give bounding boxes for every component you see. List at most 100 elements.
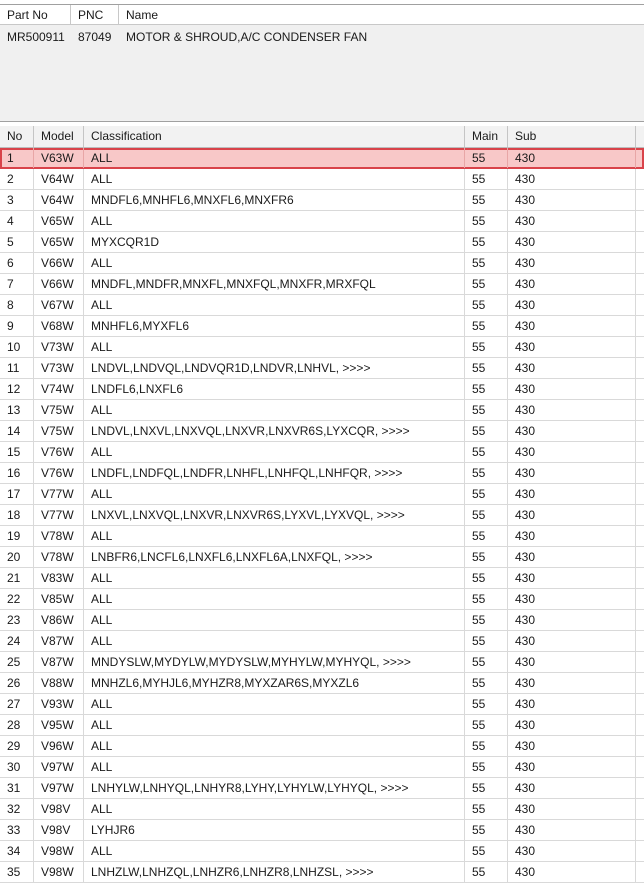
table-row[interactable]: 35 V98W LNHZLW,LNHZQL,LNHZR6,LNHZR8,LNHZSL… bbox=[0, 862, 644, 883]
table-row[interactable]: 9 V68W MNHFL6,MYXFL6 55 430 bbox=[0, 316, 644, 337]
cell-main: 55 bbox=[465, 841, 508, 861]
cell-classification: ALL bbox=[84, 484, 465, 504]
col-header-sub[interactable]: Sub bbox=[508, 126, 636, 147]
table-row[interactable]: 16 V76W LNDFL,LNDFQL,LNDFR,LNHFL,LNHFQL,LN… bbox=[0, 463, 644, 484]
col-header-pnc[interactable]: PNC bbox=[71, 5, 119, 25]
cell-model: V85W bbox=[34, 589, 84, 609]
cell-filler bbox=[636, 799, 644, 819]
table-row[interactable]: 18 V77W LNXVL,LNXVQL,LNXVR,LNXVR6S,LYXVL,L… bbox=[0, 505, 644, 526]
part-no-value: MR500911 bbox=[7, 30, 65, 44]
cell-classification: ALL bbox=[84, 799, 465, 819]
cell-sub: 430 bbox=[508, 442, 636, 462]
cell-main: 55 bbox=[465, 169, 508, 189]
cell-no: 21 bbox=[0, 568, 34, 588]
col-header-model[interactable]: Model bbox=[34, 126, 84, 147]
cell-no: 33 bbox=[0, 820, 34, 840]
cell-classification: LNXVL,LNXVQL,LNXVR,LNXVR6S,LYXVL,LYXVQL,… bbox=[84, 505, 465, 525]
cell-sub: 430 bbox=[508, 673, 636, 693]
cell-main: 55 bbox=[465, 862, 508, 882]
cell-classification: MNHFL6,MYXFL6 bbox=[84, 316, 465, 336]
cell-sub: 430 bbox=[508, 505, 636, 525]
table-row[interactable]: 17 V77W ALL 55 430 bbox=[0, 484, 644, 505]
cell-no: 1 bbox=[0, 148, 34, 168]
col-header-no[interactable]: No bbox=[0, 126, 34, 147]
cell-sub: 430 bbox=[508, 715, 636, 735]
cell-sub: 430 bbox=[508, 253, 636, 273]
cell-sub: 430 bbox=[508, 232, 636, 252]
table-row[interactable]: 6 V66W ALL 55 430 bbox=[0, 253, 644, 274]
part-info-row[interactable]: MR500911 87049 MOTOR & SHROUD,A/C CONDEN… bbox=[0, 27, 644, 47]
table-row[interactable]: 25 V87W MNDYSLW,MYDYLW,MYDYSLW,MYHYLW,MYHY… bbox=[0, 652, 644, 673]
table-row[interactable]: 7 V66W MNDFL,MNDFR,MNXFL,MNXFQL,MNXFR,MRXF… bbox=[0, 274, 644, 295]
table-row[interactable]: 26 V88W MNHZL6,MYHJL6,MYHZR8,MYXZAR6S,MYXZ… bbox=[0, 673, 644, 694]
cell-sub: 430 bbox=[508, 526, 636, 546]
cell-main: 55 bbox=[465, 400, 508, 420]
table-row[interactable]: 8 V67W ALL 55 430 bbox=[0, 295, 644, 316]
col-header-classification[interactable]: Classification bbox=[84, 126, 465, 147]
cell-classification: ALL bbox=[84, 694, 465, 714]
cell-filler bbox=[636, 169, 644, 189]
cell-main: 55 bbox=[465, 505, 508, 525]
cell-main: 55 bbox=[465, 673, 508, 693]
table-row[interactable]: 27 V93W ALL 55 430 bbox=[0, 694, 644, 715]
cell-main: 55 bbox=[465, 358, 508, 378]
cell-main: 55 bbox=[465, 568, 508, 588]
cell-sub: 430 bbox=[508, 316, 636, 336]
table-row[interactable]: 31 V97W LNHYLW,LNHYQL,LNHYR8,LYHY,LYHYLW,L… bbox=[0, 778, 644, 799]
cell-main: 55 bbox=[465, 316, 508, 336]
table-row[interactable]: 23 V86W ALL 55 430 bbox=[0, 610, 644, 631]
cell-filler bbox=[636, 736, 644, 756]
cell-model: V63W bbox=[34, 148, 84, 168]
cell-model: V98W bbox=[34, 841, 84, 861]
cell-filler bbox=[636, 505, 644, 525]
table-row[interactable]: 22 V85W ALL 55 430 bbox=[0, 589, 644, 610]
table-row[interactable]: 4 V65W ALL 55 430 bbox=[0, 211, 644, 232]
table-row[interactable]: 12 V74W LNDFL6,LNXFL6 55 430 bbox=[0, 379, 644, 400]
table-row[interactable]: 3 V64W MNDFL6,MNHFL6,MNXFL6,MNXFR6 55 430 bbox=[0, 190, 644, 211]
table-row[interactable]: 1 V63W ALL 55 430 bbox=[0, 148, 644, 169]
cell-sub: 430 bbox=[508, 820, 636, 840]
application-grid: No Model Classification Main Sub 1 V63W AL… bbox=[0, 126, 644, 891]
cell-filler bbox=[636, 841, 644, 861]
cell-main: 55 bbox=[465, 631, 508, 651]
cell-sub: 430 bbox=[508, 736, 636, 756]
cell-filler bbox=[636, 190, 644, 210]
cell-filler bbox=[636, 673, 644, 693]
table-row[interactable]: 28 V95W ALL 55 430 bbox=[0, 715, 644, 736]
cell-filler bbox=[636, 778, 644, 798]
col-header-name[interactable]: Name bbox=[119, 5, 644, 25]
cell-sub: 430 bbox=[508, 421, 636, 441]
table-row[interactable]: 34 V98W ALL 55 430 bbox=[0, 841, 644, 862]
table-row[interactable]: 32 V98V ALL 55 430 bbox=[0, 799, 644, 820]
cell-model: V73W bbox=[34, 337, 84, 357]
table-row[interactable]: 20 V78W LNBFR6,LNCFL6,LNXFL6,LNXFL6A,LNXFQ… bbox=[0, 547, 644, 568]
cell-classification: LNHZLW,LNHZQL,LNHZR6,LNHZR8,LNHZSL, >>>> bbox=[84, 862, 465, 882]
table-row[interactable]: 2 V64W ALL 55 430 bbox=[0, 169, 644, 190]
cell-classification: ALL bbox=[84, 442, 465, 462]
table-row[interactable]: 13 V75W ALL 55 430 bbox=[0, 400, 644, 421]
cell-classification: ALL bbox=[84, 169, 465, 189]
cell-model: V97W bbox=[34, 757, 84, 777]
table-row[interactable]: 29 V96W ALL 55 430 bbox=[0, 736, 644, 757]
cell-main: 55 bbox=[465, 694, 508, 714]
table-row[interactable]: 19 V78W ALL 55 430 bbox=[0, 526, 644, 547]
table-row[interactable]: 24 V87W ALL 55 430 bbox=[0, 631, 644, 652]
cell-main: 55 bbox=[465, 337, 508, 357]
table-row[interactable]: 10 V73W ALL 55 430 bbox=[0, 337, 644, 358]
cell-no: 22 bbox=[0, 589, 34, 609]
table-row[interactable]: 30 V97W ALL 55 430 bbox=[0, 757, 644, 778]
cell-sub: 430 bbox=[508, 169, 636, 189]
table-row[interactable]: 15 V76W ALL 55 430 bbox=[0, 442, 644, 463]
table-row[interactable]: 33 V98V LYHJR6 55 430 bbox=[0, 820, 644, 841]
table-row[interactable]: 14 V75W LNDVL,LNXVL,LNXVQL,LNXVR,LNXVR6S,L… bbox=[0, 421, 644, 442]
cell-main: 55 bbox=[465, 211, 508, 231]
cell-model: V74W bbox=[34, 379, 84, 399]
table-row[interactable]: 21 V83W ALL 55 430 bbox=[0, 568, 644, 589]
table-row[interactable]: 11 V73W LNDVL,LNDVQL,LNDVQR1D,LNDVR,LNHVL,… bbox=[0, 358, 644, 379]
table-row[interactable]: 5 V65W MYXCQR1D 55 430 bbox=[0, 232, 644, 253]
col-header-main[interactable]: Main bbox=[465, 126, 508, 147]
cell-no: 13 bbox=[0, 400, 34, 420]
col-header-part-no[interactable]: Part No bbox=[0, 5, 71, 25]
cell-classification: LNHYLW,LNHYQL,LNHYR8,LYHY,LYHYLW,LYHYQL,… bbox=[84, 778, 465, 798]
cell-filler bbox=[636, 358, 644, 378]
